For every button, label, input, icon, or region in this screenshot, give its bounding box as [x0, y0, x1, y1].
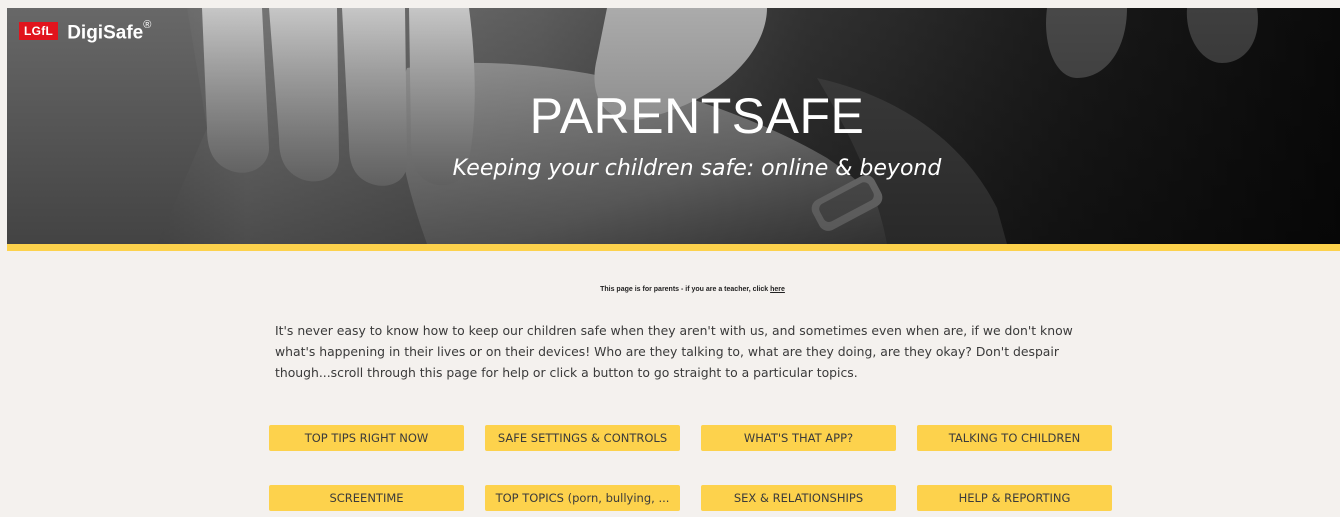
page-subtitle: Keeping your children safe: online & bey…: [452, 156, 942, 181]
sex-relationships-button[interactable]: SEX & RELATIONSHIPS: [701, 485, 896, 511]
page: LGfL DigiSafe® PARENTSAFE Keeping your c…: [0, 0, 1340, 517]
teacher-notice: This page is for parents - if you are a …: [0, 286, 1340, 293]
top-tips-button[interactable]: TOP TIPS RIGHT NOW: [269, 425, 464, 451]
brand-logo[interactable]: LGfL DigiSafe®: [19, 18, 151, 43]
intro-paragraph: It's never easy to know how to keep our …: [275, 323, 1073, 380]
whats-that-app-button[interactable]: WHAT'S THAT APP?: [701, 425, 896, 451]
page-title: PARENTSAFE: [529, 88, 865, 144]
hero-banner: LGfL DigiSafe® PARENTSAFE Keeping your c…: [7, 8, 1340, 244]
digisafe-wordmark: DigiSafe®: [67, 18, 151, 43]
accent-divider: [7, 244, 1340, 251]
talking-to-children-button[interactable]: TALKING TO CHILDREN: [917, 425, 1112, 451]
safe-settings-button[interactable]: SAFE SETTINGS & CONTROLS: [485, 425, 680, 451]
help-reporting-button[interactable]: HELP & REPORTING: [917, 485, 1112, 511]
top-topics-button[interactable]: TOP TOPICS (porn, bullying, ...: [485, 485, 680, 511]
screentime-button[interactable]: SCREENTIME: [269, 485, 464, 511]
brand-name-text: DigiSafe: [67, 22, 144, 44]
teacher-notice-text: This page is for parents - if you are a …: [600, 286, 771, 293]
lgfl-badge: LGfL: [19, 21, 59, 40]
registered-mark: ®: [143, 19, 152, 31]
teacher-link[interactable]: here: [770, 286, 785, 293]
